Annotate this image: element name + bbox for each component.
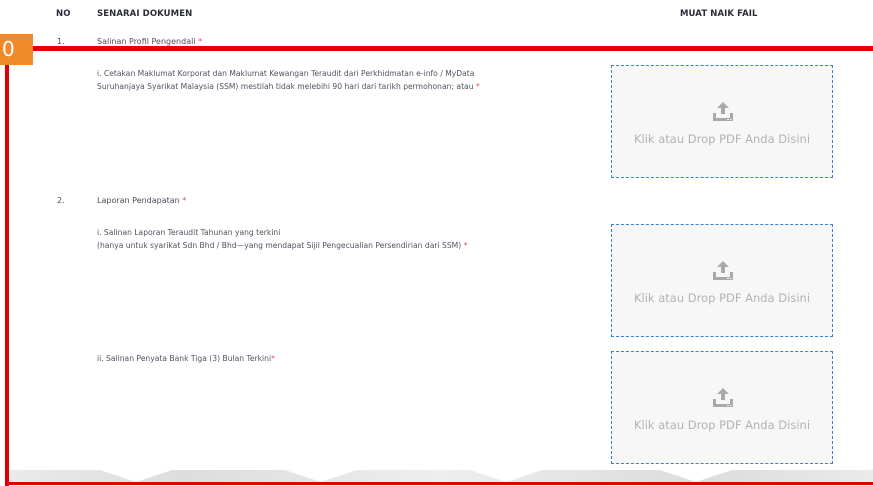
watermark-shape xyxy=(100,470,172,482)
watermark-shape xyxy=(660,470,732,482)
watermark-shape xyxy=(470,470,542,482)
upload-icon xyxy=(713,261,733,280)
required-mark: * xyxy=(475,81,480,91)
dropzone-label: Klik atau Drop PDF Anda Disini xyxy=(633,132,811,146)
dropzone-label: Klik atau Drop PDF Anda Disini xyxy=(633,291,811,305)
table-header: NO SENARAI DOKUMEN MUAT NAIK FAIL xyxy=(0,7,873,23)
annotation-border-left xyxy=(5,46,9,486)
watermark-shape xyxy=(285,470,357,482)
upload-icon xyxy=(713,388,733,407)
header-no: NO xyxy=(56,9,71,19)
upload-icon xyxy=(713,102,733,121)
item-number: 2. xyxy=(57,196,65,205)
annotation-line xyxy=(0,46,873,51)
required-mark: * xyxy=(271,354,275,363)
document-description: i. Salinan Laporan Teraudit Tahunan yang… xyxy=(97,228,468,250)
pdf-dropzone[interactable]: Klik atau Drop PDF Anda Disini xyxy=(611,224,833,337)
document-upload-page: NO SENARAI DOKUMEN MUAT NAIK FAIL 1. Sal… xyxy=(0,0,873,486)
dropzone-label: Klik atau Drop PDF Anda Disini xyxy=(633,418,811,432)
item-title: Laporan Pendapatan * xyxy=(97,196,187,205)
document-description: ii. Salinan Penyata Bank Tiga (3) Bulan … xyxy=(97,354,275,363)
document-description: i. Cetakan Maklumat Korporat dan Makluma… xyxy=(97,69,480,91)
header-upload-file: MUAT NAIK FAIL xyxy=(680,9,758,19)
item-number: 1. xyxy=(57,37,65,46)
pdf-dropzone[interactable]: Klik atau Drop PDF Anda Disini xyxy=(611,351,833,464)
required-mark: * xyxy=(198,37,203,46)
annotation-tag: 0 xyxy=(0,34,33,65)
pdf-dropzone[interactable]: Klik atau Drop PDF Anda Disini xyxy=(611,65,833,178)
required-mark: * xyxy=(463,240,468,250)
item-title: Salinan Profil Pengendali * xyxy=(97,37,203,46)
annotation-border-bottom xyxy=(5,482,873,485)
header-document-list: SENARAI DOKUMEN xyxy=(97,9,193,19)
required-mark: * xyxy=(182,196,187,205)
